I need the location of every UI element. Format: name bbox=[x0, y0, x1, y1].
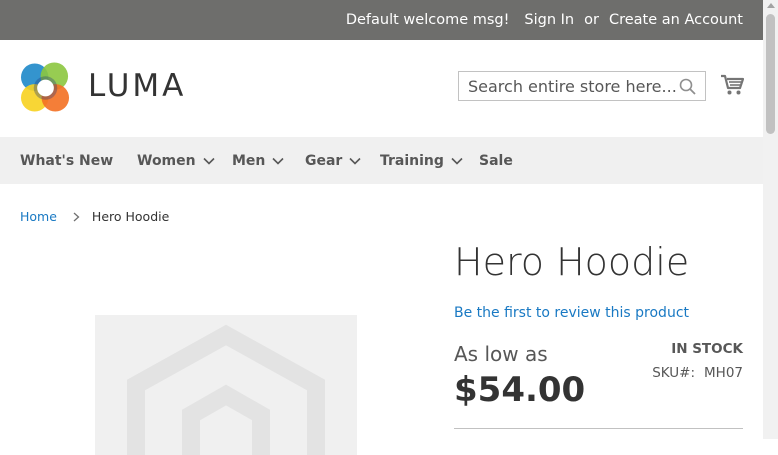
create-account-link[interactable]: Create an Account bbox=[609, 12, 743, 28]
product-price: $54.00 bbox=[454, 370, 586, 410]
review-link[interactable]: Be the first to review this product bbox=[454, 305, 689, 321]
divider bbox=[454, 428, 743, 429]
nav-item-men[interactable]: Men bbox=[232, 137, 284, 184]
price-prefix: As low as bbox=[454, 342, 548, 366]
magento-placeholder-icon bbox=[127, 324, 325, 455]
nav-item-label: Gear bbox=[305, 152, 343, 169]
nav-item-label: What's New bbox=[20, 152, 114, 169]
nav-item-women[interactable]: Women bbox=[137, 137, 215, 184]
chevron-down-icon bbox=[272, 157, 284, 165]
chevron-down-icon bbox=[349, 157, 361, 165]
sku-label: SKU#: bbox=[652, 365, 696, 381]
nav-item-label: Sale bbox=[479, 152, 513, 169]
product-title: Hero Hoodie bbox=[454, 240, 690, 284]
scrollbar-thumb[interactable] bbox=[766, 14, 775, 134]
breadcrumb-current: Hero Hoodie bbox=[91, 209, 170, 224]
nav-item-label: Men bbox=[232, 152, 266, 169]
header: LUMA bbox=[0, 40, 778, 137]
welcome-message: Default welcome msg! bbox=[345, 12, 510, 28]
top-bar: Default welcome msg! Sign In or Create a… bbox=[0, 0, 778, 40]
nav-item-training[interactable]: Training bbox=[380, 137, 463, 184]
search-icon[interactable] bbox=[679, 78, 696, 95]
logo-text: LUMA bbox=[88, 68, 187, 104]
sign-in-link[interactable]: Sign In bbox=[524, 12, 574, 28]
luma-logo-icon bbox=[20, 62, 70, 112]
nav-item-label: Women bbox=[137, 152, 196, 169]
cart-icon[interactable] bbox=[720, 74, 744, 96]
search-input[interactable] bbox=[459, 72, 678, 100]
nav-item-gear[interactable]: Gear bbox=[305, 137, 361, 184]
breadcrumb-home[interactable]: Home bbox=[20, 209, 57, 224]
main-navigation: What's New Women Men Gear Training Sale bbox=[0, 137, 763, 184]
product-image-placeholder[interactable] bbox=[95, 315, 357, 455]
search-box bbox=[458, 71, 706, 101]
nav-item-whats-new[interactable]: What's New bbox=[20, 137, 113, 184]
scroll-up-arrow-icon[interactable] bbox=[767, 3, 775, 8]
product-sku: SKU#: MH07 bbox=[652, 365, 743, 381]
chevron-down-icon bbox=[203, 157, 215, 165]
breadcrumb: Home Hero Hoodie bbox=[20, 209, 169, 224]
sku-value: MH07 bbox=[704, 365, 743, 381]
or-text: or bbox=[584, 12, 599, 28]
nav-item-label: Training bbox=[380, 152, 444, 169]
nav-item-sale[interactable]: Sale bbox=[479, 137, 513, 184]
top-links: Default welcome msg! Sign In or Create a… bbox=[346, 0, 743, 40]
page-scrollbar[interactable] bbox=[763, 0, 778, 439]
chevron-down-icon bbox=[451, 157, 463, 165]
chevron-right-icon bbox=[73, 212, 80, 221]
stock-status: In stock bbox=[671, 341, 743, 357]
